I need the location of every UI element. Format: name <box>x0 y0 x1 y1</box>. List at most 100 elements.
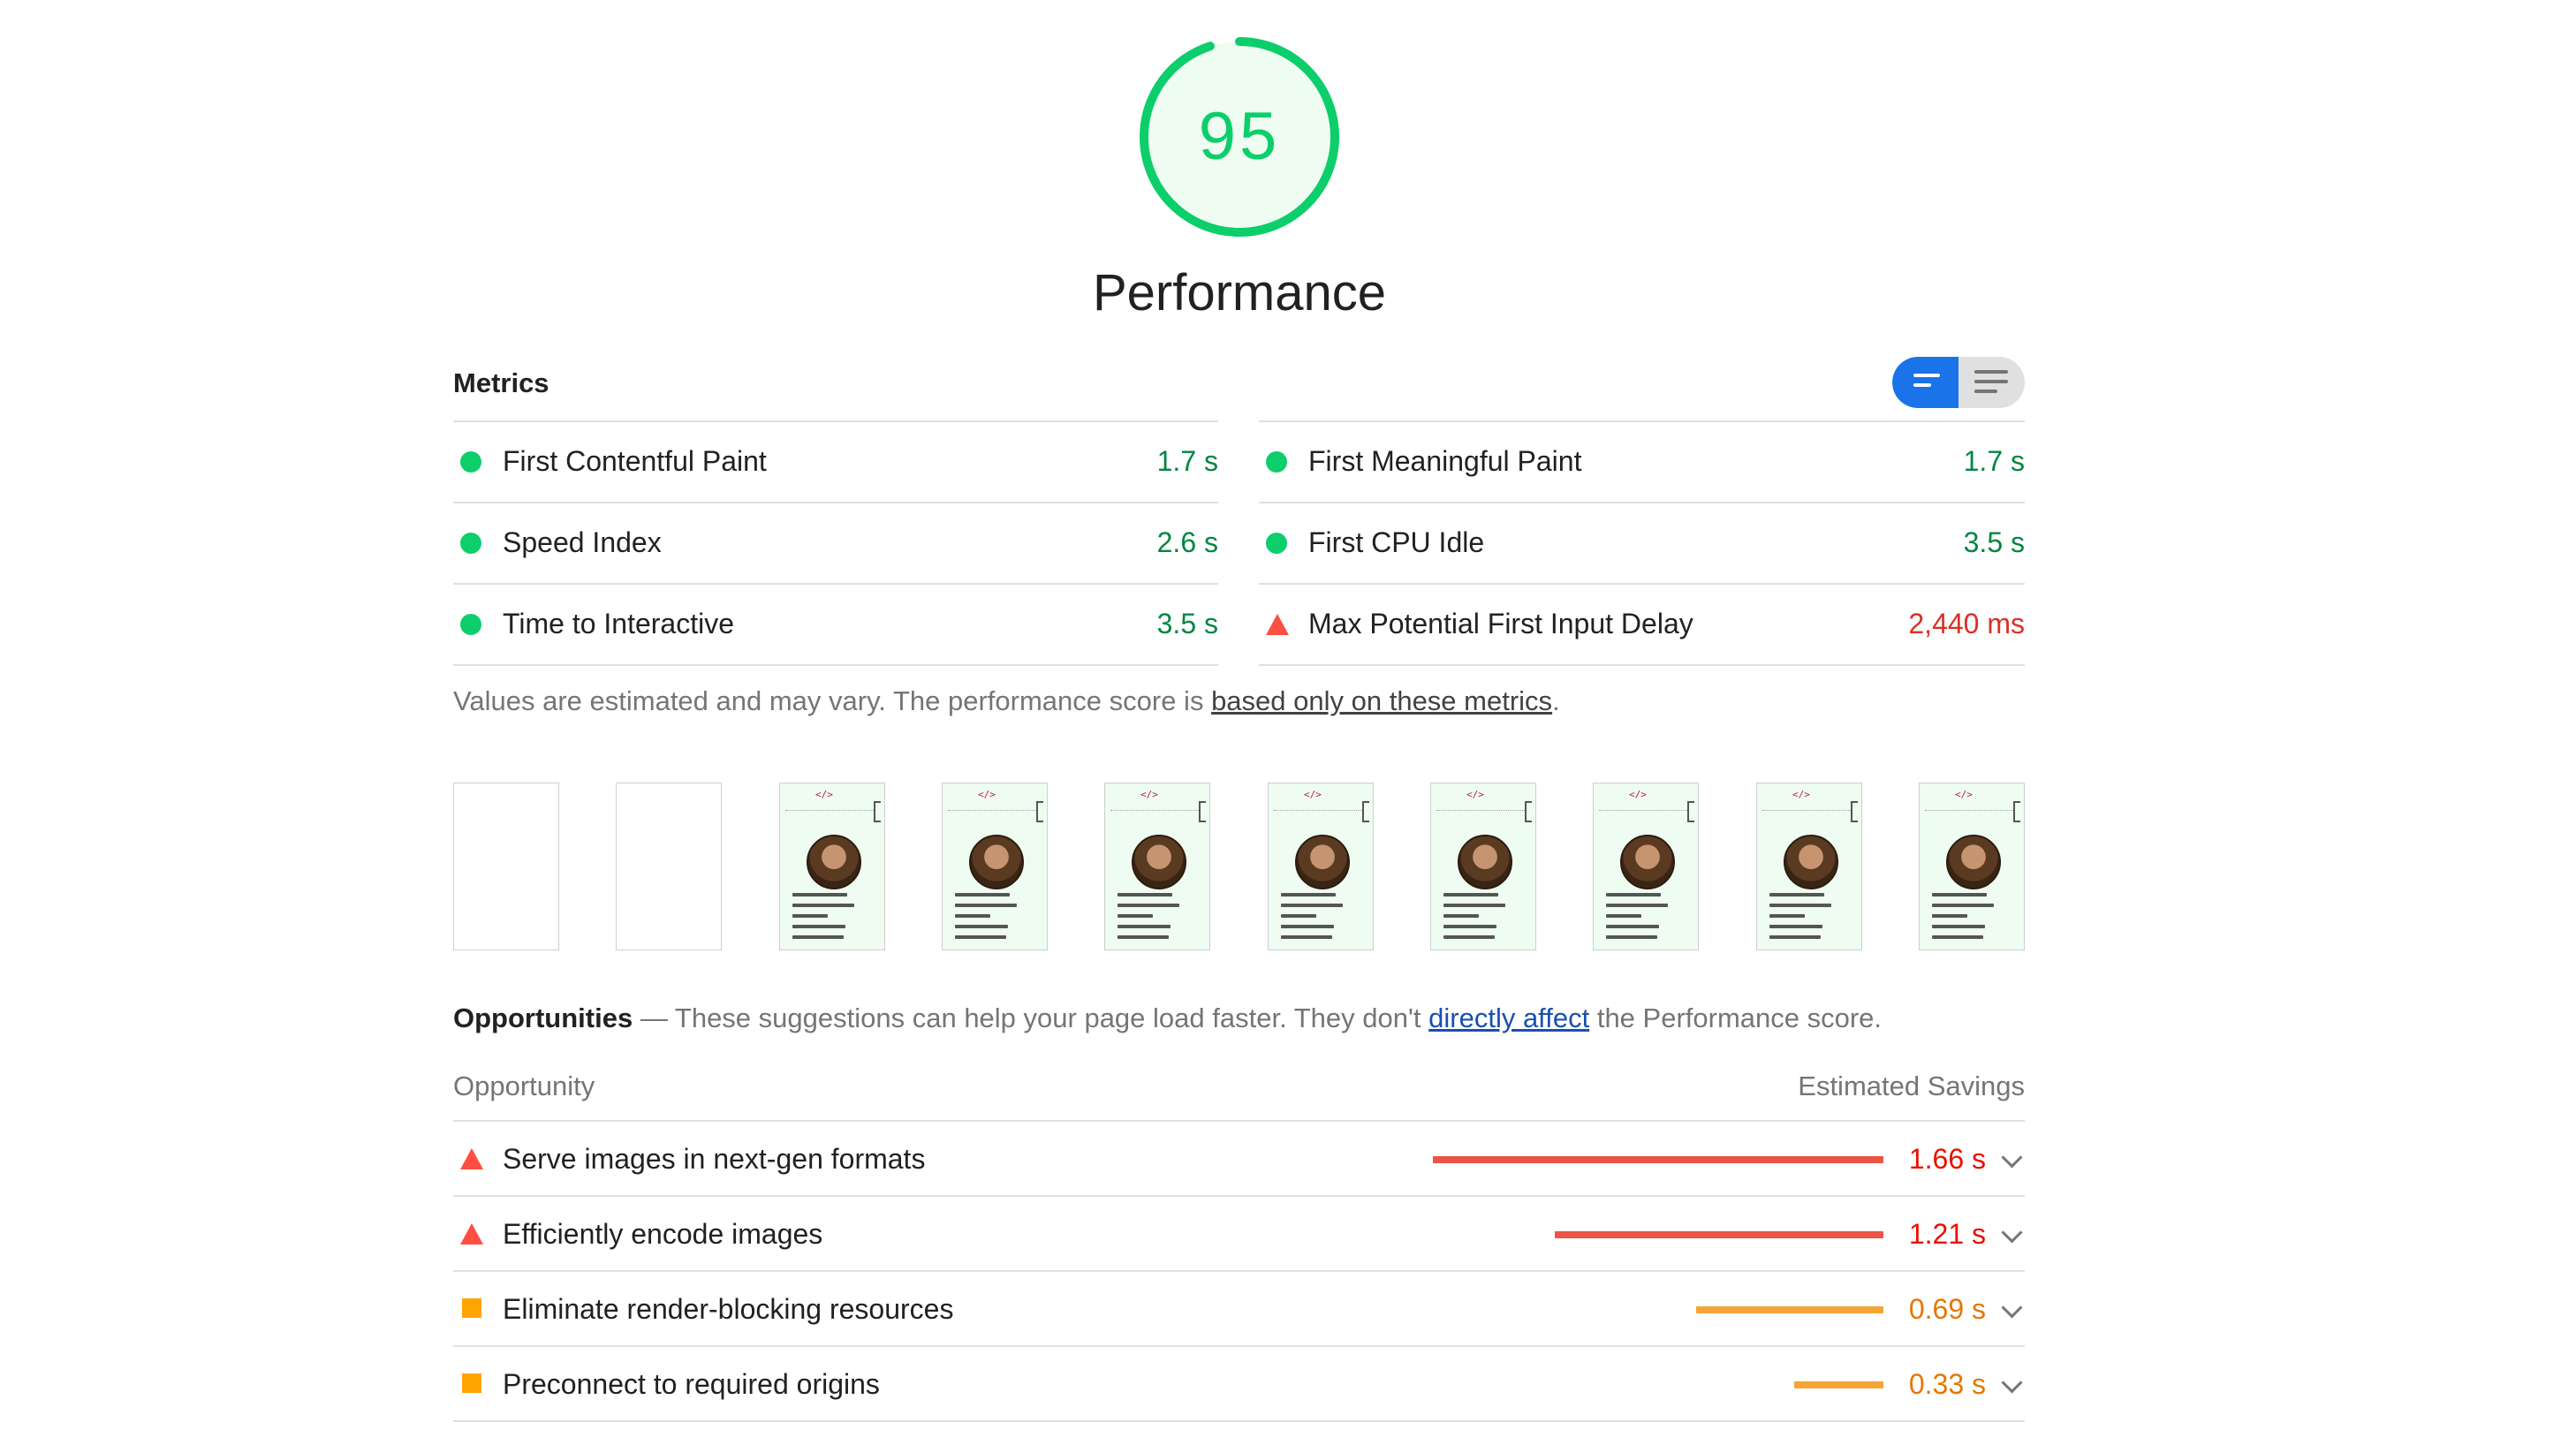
bracket-icon <box>1199 801 1206 822</box>
performance-gauge: 95 <box>1138 35 1341 238</box>
frame-text-lines <box>1932 893 2017 946</box>
tagline-line <box>1274 810 1362 813</box>
filmstrip-frame: </> <box>1104 783 1210 950</box>
metric-label: First CPU Idle <box>1308 526 1485 558</box>
note-text: Values are estimated and may vary. The p… <box>453 685 1212 716</box>
chevron-down-icon[interactable] <box>2001 1222 2023 1244</box>
avatar <box>1132 835 1186 889</box>
avatar <box>1946 835 2001 889</box>
tagline-line <box>785 810 874 813</box>
savings-bar <box>1555 1231 1883 1238</box>
filmstrip-frame: </> <box>1756 783 1862 950</box>
pass-dot-icon <box>1266 451 1287 473</box>
filmstrip-frame: </> <box>1268 783 1374 950</box>
metric-value: 2.6 s <box>1156 526 1218 558</box>
opportunity-label: Efficiently encode images <box>503 1218 823 1250</box>
site-logo-icon: </> <box>1140 789 1158 800</box>
avatar <box>1784 835 1838 889</box>
filmstrip-frame <box>616 783 722 950</box>
site-logo-icon: </> <box>1955 789 1973 800</box>
col-opportunity: Opportunity <box>453 1071 595 1101</box>
site-logo-icon: </> <box>1304 789 1322 800</box>
filmstrip: </> </> </> </> </> </> </> </> <box>453 783 2025 950</box>
pass-dot-icon <box>1266 533 1287 554</box>
filmstrip-frame: </> <box>1430 783 1536 950</box>
metric-first-contentful-paint: First Contentful Paint 1.7 s <box>453 420 1218 502</box>
pass-dot-icon <box>460 614 481 635</box>
metric-label: Time to Interactive <box>503 608 735 639</box>
bracket-icon <box>874 801 881 822</box>
savings-value: 0.33 s <box>1908 1368 1986 1400</box>
avatar <box>1458 835 1512 889</box>
tagline-line <box>948 810 1036 813</box>
summary-view-button[interactable] <box>1892 357 1959 408</box>
site-logo-icon: </> <box>815 789 833 800</box>
opportunities-dash: — <box>633 1002 675 1033</box>
bracket-icon <box>1687 801 1694 822</box>
gauge-title: Performance <box>1092 264 1387 322</box>
metrics-column-left: First Contentful Paint 1.7 s Speed Index… <box>453 420 1218 666</box>
frame-text-lines <box>1769 893 1854 946</box>
avatar <box>807 835 861 889</box>
average-square-icon <box>462 1373 481 1393</box>
details-lines-icon <box>1974 370 2008 399</box>
frame-text-lines <box>955 893 1040 946</box>
metric-time-to-interactive: Time to Interactive 3.5 s <box>453 583 1218 666</box>
fail-triangle-icon <box>460 1148 483 1169</box>
chevron-down-icon[interactable] <box>2001 1297 2023 1319</box>
avatar <box>1620 835 1675 889</box>
bracket-icon <box>2013 801 2020 822</box>
avatar <box>1295 835 1350 889</box>
gauge-score: 95 <box>1198 99 1281 174</box>
filmstrip-frame <box>453 783 559 950</box>
chevron-down-icon[interactable] <box>2001 1146 2023 1169</box>
metrics-heading: Metrics <box>453 367 549 398</box>
col-estimated-savings: Estimated Savings <box>1798 1071 2025 1101</box>
bracket-icon <box>1525 801 1532 822</box>
expanded-view-button[interactable] <box>1959 357 2025 408</box>
frame-text-lines <box>1606 893 1691 946</box>
opportunity-row[interactable]: Efficiently encode images 1.21 s <box>453 1197 2025 1272</box>
opportunities-title: Opportunities <box>453 1002 633 1033</box>
opportunity-row[interactable]: Preconnect to required origins 0.33 s <box>453 1347 2025 1422</box>
opportunity-label: Eliminate render-blocking resources <box>503 1293 954 1325</box>
site-logo-icon: </> <box>1629 789 1647 800</box>
tagline-line <box>1762 810 1851 813</box>
metric-label: First Meaningful Paint <box>1308 445 1582 477</box>
frame-text-lines <box>1118 893 1202 946</box>
pass-dot-icon <box>460 533 481 554</box>
fail-triangle-icon <box>1266 614 1289 635</box>
metric-max-potential-fid: Max Potential First Input Delay 2,440 ms <box>1259 583 2025 666</box>
metric-value: 3.5 s <box>1963 526 2025 558</box>
frame-text-lines <box>1281 893 1366 946</box>
avatar <box>969 835 1024 889</box>
metric-first-meaningful-paint: First Meaningful Paint 1.7 s <box>1259 420 2025 502</box>
metrics-info-link[interactable]: based only on these metrics <box>1211 685 1552 716</box>
directly-affect-link[interactable]: directly affect <box>1428 1002 1589 1033</box>
metric-first-cpu-idle: First CPU Idle 3.5 s <box>1259 502 2025 583</box>
metric-value: 2,440 ms <box>1908 608 2025 639</box>
opportunity-row[interactable]: Eliminate render-blocking resources 0.69… <box>453 1272 2025 1347</box>
filmstrip-frame: </> <box>942 783 1048 950</box>
bracket-icon <box>1362 801 1369 822</box>
opportunity-row[interactable]: Serve images in next-gen formats 1.66 s <box>453 1122 2025 1197</box>
opportunities-header: Opportunity Estimated Savings <box>453 1071 2025 1122</box>
frame-text-lines <box>792 893 877 946</box>
metric-speed-index: Speed Index 2.6 s <box>453 502 1218 583</box>
metrics-view-toggle[interactable] <box>1892 357 2025 408</box>
chevron-down-icon[interactable] <box>2001 1372 2023 1394</box>
metric-value: 1.7 s <box>1156 445 1218 477</box>
opportunities-list: Serve images in next-gen formats 1.66 s … <box>453 1122 2025 1422</box>
tagline-line <box>1110 810 1199 813</box>
metric-label: Max Potential First Input Delay <box>1308 608 1693 639</box>
metrics-column-right: First Meaningful Paint 1.7 s First CPU I… <box>1259 420 2025 666</box>
average-square-icon <box>462 1298 481 1318</box>
savings-value: 1.21 s <box>1908 1218 1986 1250</box>
note-suffix: . <box>1552 685 1560 716</box>
filmstrip-frame: </> <box>1593 783 1699 950</box>
site-logo-icon: </> <box>1466 789 1484 800</box>
opportunity-label: Serve images in next-gen formats <box>503 1143 926 1175</box>
metric-value: 1.7 s <box>1963 445 2025 477</box>
savings-value: 0.69 s <box>1908 1293 1986 1325</box>
opportunities-heading: Opportunities — These suggestions can he… <box>453 1002 1882 1034</box>
